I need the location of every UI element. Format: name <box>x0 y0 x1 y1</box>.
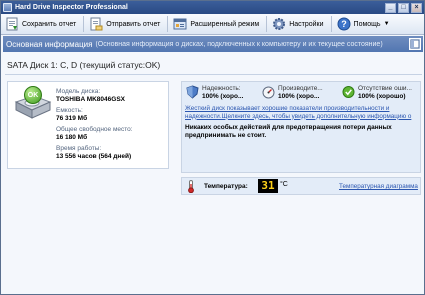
title-bar: Hard Drive Inspector Professional _ □ × <box>1 1 424 14</box>
empty-content-area <box>3 201 423 293</box>
disk-title: SATA Диск 1: C, D (текущий статус:OK) <box>7 60 161 70</box>
send-report-label: Отправить отчет <box>106 20 161 28</box>
temperature-chart-link[interactable]: Температурная диаграмма <box>339 183 418 190</box>
section-title: Основная информация <box>6 39 93 49</box>
errors-value: 100% (хорошо) <box>358 93 406 100</box>
reliability-label: Надежность: <box>202 85 241 92</box>
details-link-line1: Жесткий диск показывает хорошие показате… <box>185 105 390 112</box>
save-report-label: Сохранить отчет <box>22 20 77 28</box>
temperature-panel: Температура: 31 °C Температурная диаграм… <box>181 177 421 195</box>
send-report-icon <box>89 17 103 31</box>
shield-icon <box>186 85 199 99</box>
details-link-line2: надежности.Щелкните здесь, чтобы увидеть… <box>185 112 412 120</box>
send-report-button[interactable]: Отправить отчет <box>87 15 164 34</box>
free-space-label: Общее свободное место: <box>56 126 133 133</box>
gear-icon <box>272 17 286 31</box>
toolbar-separator <box>167 16 169 32</box>
reliability-metric: Надежность: 100% (хоро... <box>186 85 243 100</box>
section-header: Основная информация (Основная информация… <box>3 36 423 52</box>
errors-label: Отсутствие оши... <box>358 85 412 92</box>
chevron-down-icon: ▼ <box>383 21 390 27</box>
save-report-button[interactable]: Сохранить отчет <box>3 15 80 34</box>
reliability-value: 100% (хоро... <box>202 93 244 100</box>
advice-text: Никаких особых действий для предотвращен… <box>185 124 392 140</box>
svg-text:?: ? <box>341 19 347 29</box>
close-button[interactable]: × <box>411 2 422 13</box>
model-value: TOSHIBA MK8046GSX <box>56 96 125 103</box>
disk-info-panel: OK Модель диска: TOSHIBA MK8046GSX Емкос… <box>7 81 169 169</box>
help-label: Помощь <box>353 20 381 28</box>
uptime-field: Время работы: 13 556 часов (564 дней) <box>56 145 131 160</box>
temperature-label: Температура: <box>204 183 248 190</box>
disk-status-panel: Надежность: 100% (хоро... Производите...… <box>181 81 421 173</box>
uptime-value: 13 556 часов (564 дней) <box>56 153 132 160</box>
uptime-label: Время работы: <box>56 145 102 152</box>
performance-value: 100% (хоро... <box>278 93 320 100</box>
toolbar-separator <box>83 16 85 32</box>
save-report-icon <box>5 17 19 31</box>
app-icon <box>3 3 12 12</box>
temperature-value: 31 <box>258 179 278 193</box>
window-title: Hard Drive Inspector Professional <box>15 4 128 11</box>
status-badge: OK <box>24 86 42 104</box>
settings-button[interactable]: Настройки <box>270 15 327 34</box>
advice-line1: Никаких особых действий для предотвращен… <box>185 124 392 131</box>
section-subtitle: (Основная информация о дисках, подключен… <box>95 40 383 48</box>
model-field: Модель диска: TOSHIBA MK8046GSX <box>56 88 125 103</box>
panel-toggle-icon <box>410 39 420 49</box>
speedometer-icon <box>262 85 275 99</box>
app-window: Hard Drive Inspector Professional _ □ × … <box>0 0 425 295</box>
maximize-button[interactable]: □ <box>398 2 409 13</box>
help-icon: ? <box>337 17 351 31</box>
free-space-field: Общее свободное место: 16 180 Мб <box>56 126 133 141</box>
free-space-value: 16 180 Мб <box>56 134 88 141</box>
toolbar-separator <box>266 16 268 32</box>
divider <box>5 74 422 75</box>
panel-toggle-button[interactable] <box>409 38 421 50</box>
toolbar: Сохранить отчет Отправить отчет Расширен… <box>1 14 424 35</box>
errors-metric: Отсутствие оши... 100% (хорошо) <box>342 85 412 100</box>
capacity-value: 76 319 Мб <box>56 115 88 122</box>
advanced-mode-button[interactable]: Расширенный режим <box>171 15 263 34</box>
advice-line2: предпринимать не стоит. <box>185 132 267 139</box>
toolbar-separator <box>330 16 332 32</box>
checkmark-icon <box>342 85 355 99</box>
advanced-mode-label: Расширенный режим <box>190 20 260 28</box>
thermometer-icon <box>187 180 195 194</box>
temperature-unit: °C <box>280 181 288 188</box>
minimize-button[interactable]: _ <box>385 2 396 13</box>
details-link[interactable]: Жесткий диск показывает хорошие показате… <box>185 105 420 120</box>
model-label: Модель диска: <box>56 88 101 95</box>
performance-label: Производите... <box>278 85 323 92</box>
capacity-label: Емкость: <box>56 107 83 114</box>
help-button[interactable]: ? Помощь ▼ <box>335 15 394 34</box>
performance-metric: Производите... 100% (хоро... <box>262 85 323 100</box>
capacity-field: Емкость: 76 319 Мб <box>56 107 87 122</box>
advanced-mode-icon <box>173 17 187 31</box>
settings-label: Настройки <box>289 20 324 28</box>
